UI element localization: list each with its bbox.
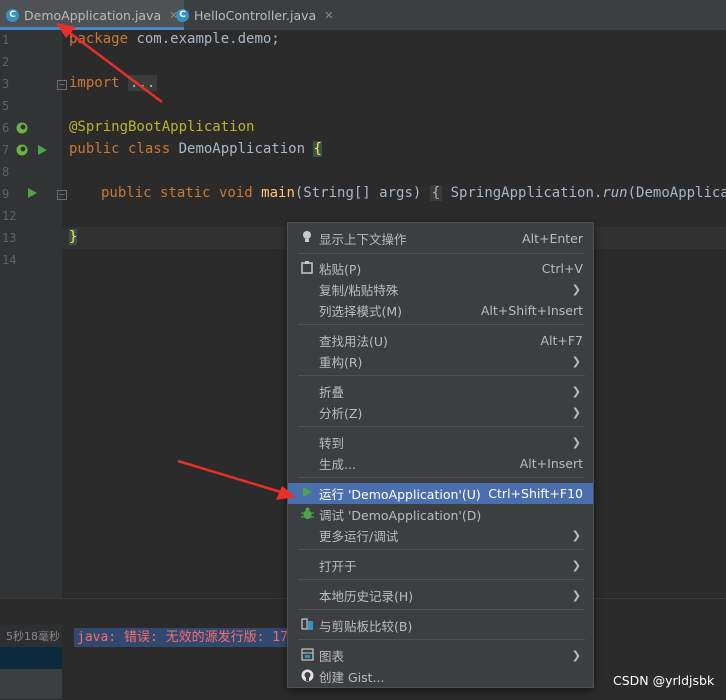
annotation-arrow-run (177, 459, 296, 500)
annotation-arrows (56, 23, 296, 500)
annotation-arrow-tab (56, 23, 163, 103)
watermark: CSDN @yrldjsbk (613, 673, 715, 688)
